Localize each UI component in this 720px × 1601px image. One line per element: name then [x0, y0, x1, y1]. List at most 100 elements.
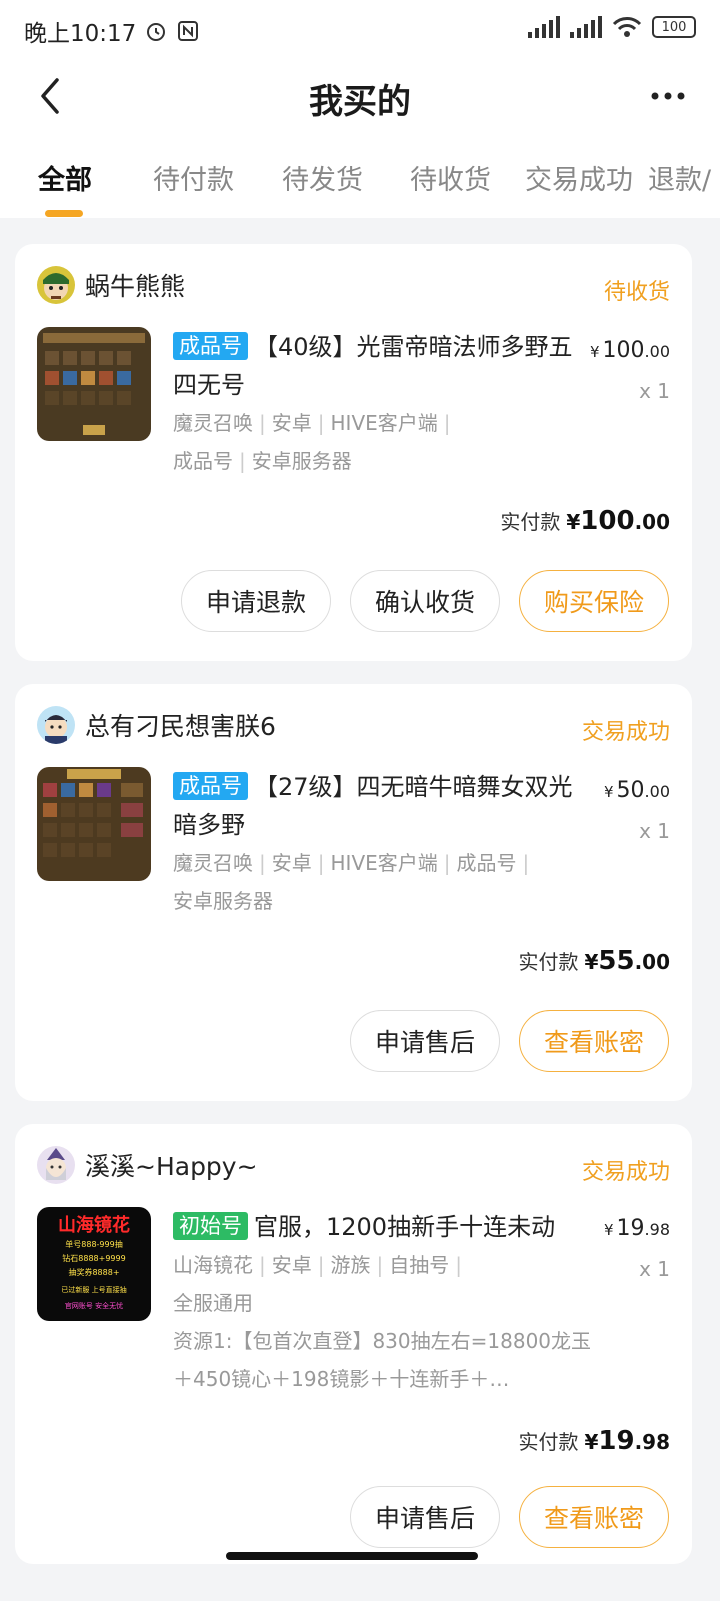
- tab-pending-receipt[interactable]: 待收货: [410, 158, 491, 197]
- page-title: 我买的: [309, 82, 411, 122]
- price-decimal: .00: [644, 342, 670, 361]
- seller-info[interactable]: 溪溪~Happy~: [37, 1146, 258, 1184]
- tag: 安卓服务器: [251, 449, 352, 473]
- tab-pending-payment[interactable]: 待付款: [153, 158, 234, 197]
- confirm-receipt-button[interactable]: 确认收货: [350, 570, 500, 632]
- thumb-line: 单号888-999抽: [65, 1240, 123, 1249]
- status-time: 晚上10:17: [24, 14, 200, 48]
- product-type-badge: 初始号: [173, 1212, 248, 1240]
- top-bar: 晚上10:17 100 我买的 全部 待付款 待发货 待收货 交易成功 退款/: [0, 0, 720, 218]
- order-status: 待收货: [603, 280, 670, 305]
- view-account-password-button[interactable]: 查看账密: [519, 1010, 669, 1072]
- thumb-line: 官网账号 安全无忧: [64, 1302, 124, 1310]
- product-title[interactable]: 初始号 官服，1200抽新手十连未动: [173, 1208, 585, 1246]
- tab-pending-shipment[interactable]: 待发货: [282, 158, 363, 197]
- tag: 成品号: [456, 851, 517, 875]
- tag: 成品号: [173, 449, 233, 473]
- unit-price: ¥50.00: [604, 778, 670, 803]
- avatar: [37, 266, 75, 304]
- tag: 安卓: [271, 411, 312, 435]
- seller-name: 总有刁民想害朕6: [85, 712, 276, 741]
- amount-paid: 实付款 ¥19.98: [518, 1426, 670, 1456]
- product-thumbnail[interactable]: 山海镜花 单号888-999抽 钻石8888+9999 抽奖券8888+ 已过新…: [37, 1207, 151, 1321]
- currency-symbol: ¥: [604, 783, 614, 801]
- tag: HIVE客户端: [330, 411, 438, 435]
- product-title[interactable]: 成品号 【40级】光雷帝暗法师多野五四无号: [173, 328, 585, 404]
- price-decimal: .00: [644, 782, 670, 801]
- seller-name: 蜗牛熊熊: [85, 272, 186, 301]
- product-title[interactable]: 成品号 【27级】四无暗牛暗舞女双光暗多野: [173, 768, 585, 844]
- seller-info[interactable]: 总有刁民想害朕6: [37, 706, 276, 744]
- thumb-title: 山海镜花: [58, 1215, 130, 1236]
- currency-symbol: ¥: [604, 1221, 614, 1239]
- order-card[interactable]: 溪溪~Happy~ 交易成功 山海镜花 单号888-999抽 钻石8888+99…: [15, 1124, 692, 1564]
- product-thumbnail[interactable]: [37, 767, 151, 881]
- tag: 自抽号: [389, 1253, 450, 1277]
- tag: 安卓服务器: [173, 889, 273, 913]
- thumb-line: 抽奖券8888+: [68, 1268, 120, 1277]
- unit-price: ¥19.98: [604, 1216, 670, 1241]
- seller-name: 溪溪~Happy~: [85, 1152, 258, 1181]
- product-description: 资源1:【包首次直登】830抽左右=18800龙玉＋450镜心＋198镜影＋十连…: [173, 1329, 592, 1391]
- buy-insurance-button[interactable]: 购买保险: [519, 570, 669, 632]
- thumb-line: 已过新服 上号直接抽: [61, 1286, 127, 1294]
- clock-text: 晚上10:17: [24, 21, 137, 47]
- tab-completed[interactable]: 交易成功: [525, 158, 633, 197]
- product-type-badge: 成品号: [173, 772, 248, 800]
- tag: HIVE客户端: [330, 851, 438, 875]
- price-decimal: .98: [644, 1220, 670, 1239]
- battery-icon: 100: [652, 16, 696, 38]
- product-tags: 魔灵召唤 | 安卓 | HIVE客户端 | 成品号 | 安卓服务器: [173, 851, 530, 913]
- tag: 全服通用: [173, 1291, 253, 1315]
- tag: 魔灵召唤: [173, 851, 253, 875]
- view-account-password-button[interactable]: 查看账密: [519, 1486, 669, 1548]
- request-after-sales-button[interactable]: 申请售后: [350, 1010, 500, 1072]
- seller-info[interactable]: 蜗牛熊熊: [37, 266, 185, 304]
- signal-hd-icon: [570, 16, 602, 38]
- paid-label: 实付款: [500, 510, 561, 534]
- avatar: [37, 706, 75, 744]
- amount-paid: 实付款 ¥100.00: [500, 506, 670, 536]
- tag: 游族: [330, 1253, 371, 1277]
- signal-icon: [528, 16, 560, 38]
- request-refund-button[interactable]: 申请退款: [181, 570, 331, 632]
- order-status: 交易成功: [581, 1160, 670, 1185]
- tag: 山海镜花: [173, 1253, 253, 1277]
- order-card[interactable]: 总有刁民想害朕6 交易成功 成品号 【27级】四无暗牛暗舞女双光暗多野 ¥50.0…: [15, 684, 692, 1101]
- thumb-line: 钻石8888+9999: [62, 1254, 126, 1263]
- tab-all[interactable]: 全部: [38, 158, 92, 197]
- tab-bar: 全部 待付款 待发货 待收货 交易成功 退款/: [0, 150, 720, 218]
- alarm-icon: [147, 23, 166, 41]
- quantity: x 1: [639, 819, 670, 843]
- paid-amount: ¥19.98: [584, 1426, 670, 1456]
- request-after-sales-button[interactable]: 申请售后: [350, 1486, 500, 1548]
- quantity: x 1: [639, 1257, 670, 1281]
- price-integer: 50: [616, 778, 645, 803]
- status-icons: 100: [528, 16, 696, 38]
- more-dots-icon: [651, 92, 685, 100]
- product-tags: 魔灵召唤 | 安卓 | HIVE客户端 | 成品号 | 安卓服务器: [173, 411, 451, 473]
- quantity: x 1: [639, 379, 670, 403]
- avatar: [37, 1146, 75, 1184]
- paid-amount: ¥55.00: [584, 946, 670, 976]
- product-type-badge: 成品号: [173, 332, 248, 360]
- product-thumbnail[interactable]: [37, 327, 151, 441]
- more-button[interactable]: [644, 74, 692, 118]
- battery-level: 100: [661, 19, 687, 35]
- paid-label: 实付款: [518, 950, 579, 974]
- tab-indicator: [45, 210, 83, 217]
- order-card[interactable]: 蜗牛熊熊 待收货 成品号 【40级】光雷帝暗法师多野五四无号 ¥100.00 x …: [15, 244, 692, 661]
- paid-amount: ¥100.00: [566, 506, 670, 536]
- nfc-icon: [178, 21, 199, 41]
- order-status: 交易成功: [581, 720, 670, 745]
- tag: 安卓: [271, 851, 312, 875]
- tag: 安卓: [271, 1253, 312, 1277]
- home-indicator[interactable]: [226, 1552, 478, 1560]
- tab-refund[interactable]: 退款/: [648, 158, 711, 197]
- status-bar: 晚上10:17 100: [0, 0, 720, 60]
- price-integer: 100: [602, 338, 645, 363]
- amount-paid: 实付款 ¥55.00: [518, 946, 670, 976]
- paid-label: 实付款: [518, 1430, 579, 1454]
- tag: 魔灵召唤: [173, 411, 253, 435]
- nav-bar: 我买的: [0, 60, 720, 132]
